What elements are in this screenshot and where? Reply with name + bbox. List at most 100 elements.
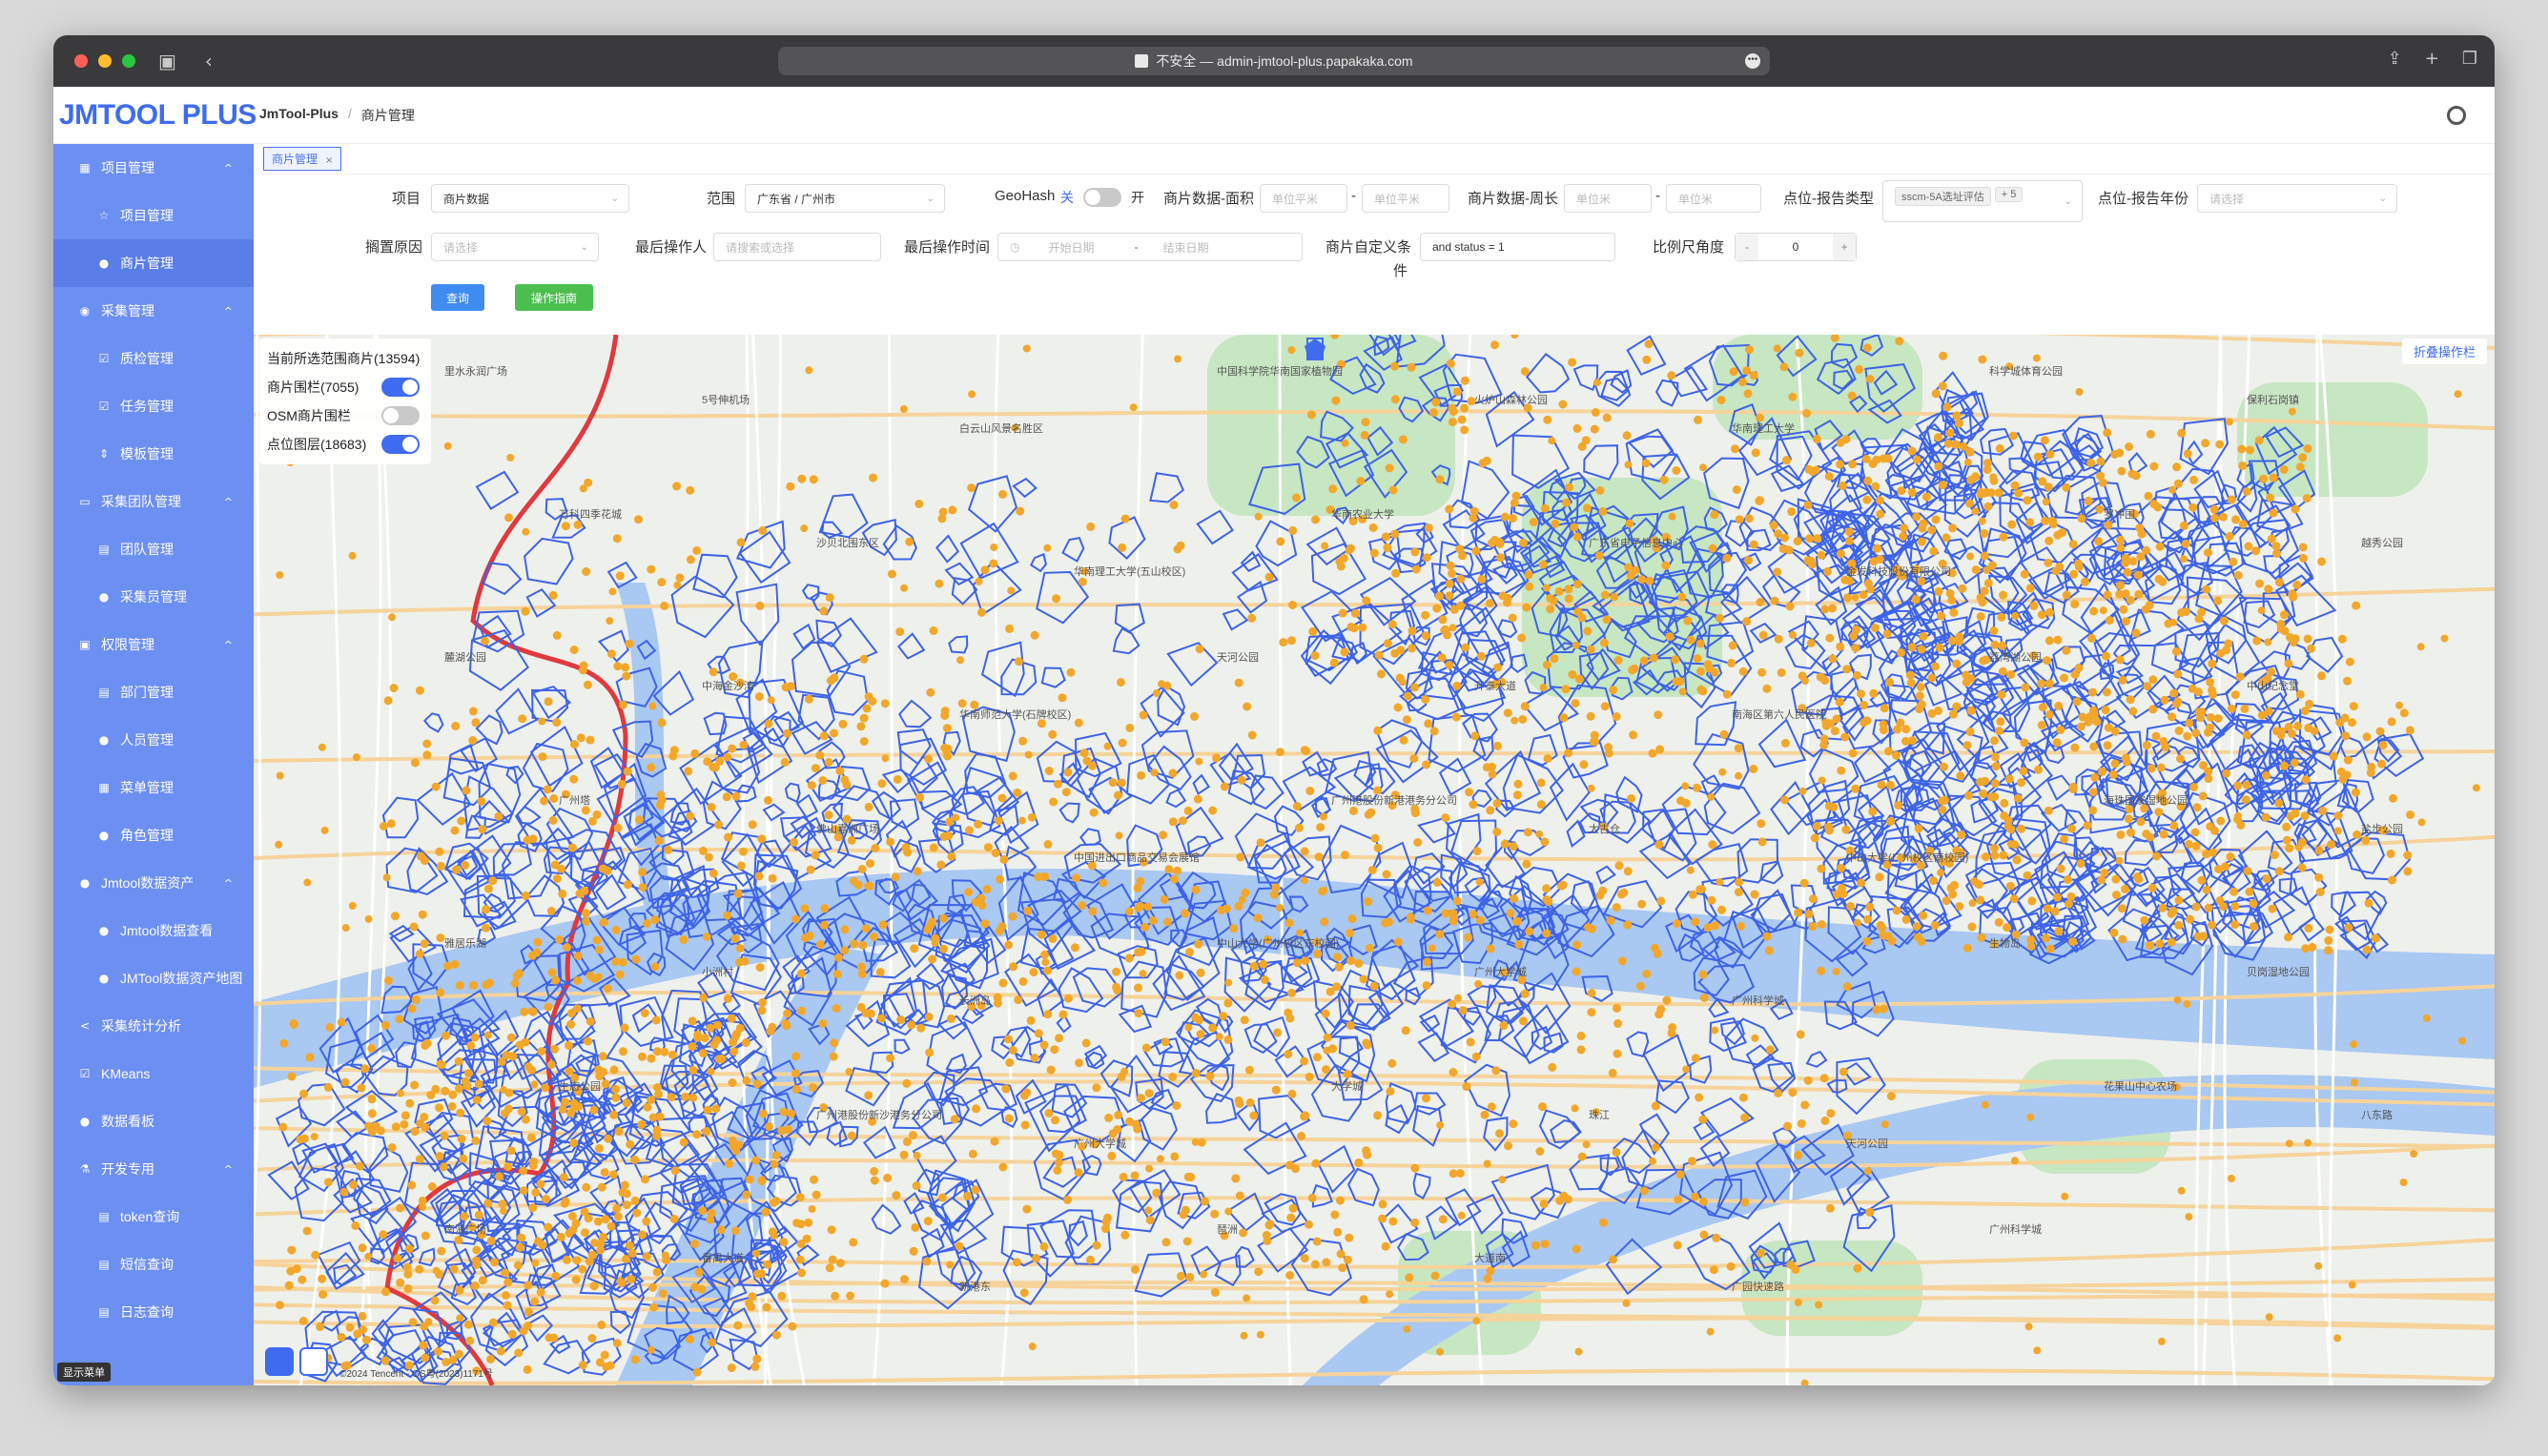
tab-shangpian[interactable]: 商片管理 × (263, 147, 342, 171)
perimeter-min-input[interactable]: 单位米 (1564, 184, 1652, 213)
point-marker (1112, 982, 1121, 992)
settings-icon[interactable] (2447, 106, 2466, 125)
close-icon[interactable]: × (325, 155, 333, 166)
project-select[interactable]: 商片数据 ⌄ (431, 184, 629, 213)
report-type-select[interactable]: sscm-5A选址评估 + 5 ⌄ (1882, 180, 2083, 222)
document-icon[interactable] (1306, 337, 1369, 361)
sidebar-item[interactable]: ▦ 项目管理 ^ (53, 144, 254, 192)
point-marker (1863, 476, 1873, 485)
sidebar-item[interactable]: ● Jmtool数据查看 (53, 907, 254, 954)
lock-icon: ▣ (79, 638, 91, 651)
sidebar-item[interactable]: ▤ token查询 (53, 1193, 254, 1241)
app-logo[interactable]: JMTOOL PLUS (59, 99, 259, 132)
sidebar-item[interactable]: ◉ 采集管理 ^ (53, 287, 254, 335)
custom-condition-input[interactable]: and status = 1 (1420, 233, 1615, 261)
point-marker (2277, 731, 2286, 740)
sidebar-item[interactable]: ● 角色管理 (53, 811, 254, 859)
point-marker (1649, 1157, 1656, 1165)
point-marker (1820, 605, 1830, 614)
operator-select[interactable]: 请搜索或选择 (713, 233, 881, 261)
point-marker (2375, 727, 2385, 736)
point-marker (2219, 512, 2228, 522)
point-marker (777, 1291, 787, 1301)
point-marker (1223, 998, 1233, 1008)
point-marker (1491, 1066, 1501, 1076)
layer-toggle-fence[interactable] (381, 378, 420, 397)
geohash-toggle[interactable] (1083, 188, 1121, 207)
report-type-tag[interactable]: sscm-5A选址评估 (1895, 187, 1991, 206)
sidebar-item[interactable]: ☆ 项目管理 (53, 192, 254, 239)
area-min-input[interactable]: 单位平米 (1260, 184, 1347, 213)
sidebar-item[interactable]: ☑ KMeans (53, 1050, 254, 1097)
point-marker (968, 1149, 977, 1159)
sidebar-item[interactable]: ● 商片管理 (53, 239, 254, 287)
perimeter-max-input[interactable]: 单位米 (1666, 184, 1761, 213)
scope-cascader[interactable]: 广东省 / 广州市 ⌄ (745, 184, 945, 213)
point-marker (1873, 543, 1882, 553)
sidebar-item[interactable]: < 采集统计分析 (53, 1002, 254, 1050)
layer-toggle-points[interactable] (381, 435, 420, 454)
address-bar[interactable]: 不安全 — admin-jmtool-plus.papakaka.com ••• (778, 47, 1770, 75)
layer-toggle-osm[interactable] (381, 406, 420, 425)
back-icon[interactable]: ‹ (205, 50, 213, 72)
point-marker (2210, 826, 2219, 835)
point-marker (1959, 441, 1968, 451)
point-marker (1235, 1191, 1244, 1200)
point-marker (2070, 743, 2080, 752)
point-marker (1476, 915, 1485, 925)
report-year-select[interactable]: 请选择 ⌄ (2197, 184, 2397, 213)
operation-time-range[interactable]: ◷ 开始日期 - 结束日期 (997, 233, 1303, 261)
scale-angle-stepper[interactable]: - 0 + (1735, 233, 1857, 261)
point-marker (1788, 1088, 1798, 1097)
increment-button[interactable]: + (1833, 234, 1856, 260)
sidebar-item[interactable]: ▤ 短信查询 (53, 1241, 254, 1288)
more-icon[interactable]: ••• (1745, 53, 1760, 69)
map-place-label: 华南师范大学(石牌校区) (959, 709, 1072, 721)
sidebar-item[interactable]: ▭ 采集团队管理 ^ (53, 478, 254, 525)
sidebar-toggle-icon[interactable]: ▣ (158, 50, 176, 72)
point-marker (770, 1159, 779, 1169)
point-marker (1405, 1273, 1414, 1282)
sidebar-item[interactable]: ☑ 质检管理 (53, 335, 254, 382)
sidebar-item[interactable]: ● 人员管理 (53, 716, 254, 764)
point-marker (2191, 728, 2201, 738)
guide-button[interactable]: 操作指南 (515, 284, 593, 311)
tabs-overview-icon[interactable]: ❐ (2462, 49, 2477, 69)
sidebar-item[interactable]: ⇕ 模板管理 (53, 430, 254, 478)
zoom-window-button[interactable] (122, 54, 135, 68)
map-canvas[interactable] (254, 335, 2495, 1385)
minimize-window-button[interactable] (98, 54, 112, 68)
map-view[interactable]: 里水永润广场 5号伸机场 白云山风景名胜区 中国科学院华南国家植物园 火炉山森林公园 华南… (254, 335, 2495, 1385)
sidebar-item[interactable]: ● JMTool数据资产地图 (53, 954, 254, 1002)
compass-icon[interactable] (299, 1347, 328, 1376)
sidebar-item[interactable]: ⚗ 开发专用 ^ (53, 1145, 254, 1193)
close-window-button[interactable] (74, 54, 88, 68)
sidebar-item[interactable]: ● Jmtool数据资产 ^ (53, 859, 254, 907)
sidebar-item[interactable]: ● 采集员管理 (53, 573, 254, 621)
sidebar-item[interactable]: ● 数据看板 (53, 1097, 254, 1145)
sidebar-item[interactable]: ▦ 菜单管理 (53, 764, 254, 811)
sidebar-item[interactable]: ▤ 日志查询 (53, 1288, 254, 1336)
sidebar-item[interactable]: ☑ 任务管理 (53, 382, 254, 430)
decrement-button[interactable]: - (1736, 234, 1758, 260)
point-marker (1820, 1116, 1830, 1125)
breadcrumb-root[interactable]: JmTool-Plus (259, 106, 339, 125)
area-max-input[interactable]: 单位平米 (1362, 184, 1449, 213)
show-menu-tooltip[interactable]: 显示菜单 (57, 1363, 111, 1382)
point-marker (991, 849, 1000, 858)
sidebar-item[interactable]: ▣ 权限管理 ^ (53, 621, 254, 668)
sidebar-item[interactable]: ▤ 部门管理 (53, 668, 254, 716)
collapse-toolbar-button[interactable]: 折叠操作栏 (2401, 338, 2487, 364)
layers-icon[interactable] (265, 1347, 294, 1376)
shelve-reason-label: 搁置原因 (365, 239, 423, 256)
point-marker (1673, 1241, 1682, 1250)
point-marker (1200, 1270, 1208, 1279)
share-icon[interactable]: ⇪ (2388, 49, 2402, 69)
point-marker (1066, 667, 1076, 677)
check-icon: ☑ (79, 1067, 91, 1080)
new-tab-icon[interactable]: + (2425, 49, 2439, 69)
query-button[interactable]: 查询 (431, 284, 484, 311)
shelve-reason-select[interactable]: 请选择 ⌄ (431, 233, 599, 261)
point-marker (1449, 916, 1458, 926)
sidebar-item[interactable]: ▤ 团队管理 (53, 525, 254, 573)
